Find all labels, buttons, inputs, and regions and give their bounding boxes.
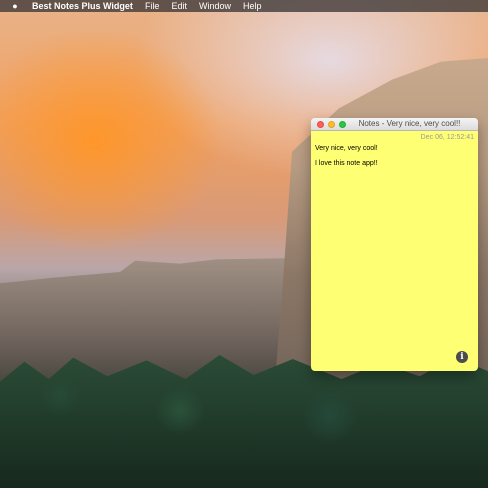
notes-window: Notes - Very nice, very cool!! Dec 06, 1…: [311, 118, 478, 371]
close-button[interactable]: [317, 120, 324, 128]
info-icon[interactable]: i: [456, 351, 468, 363]
menu-edit[interactable]: Edit: [171, 0, 187, 12]
menu-bar: ● Best Notes Plus Widget File Edit Windo…: [0, 0, 488, 12]
window-controls: [311, 120, 346, 128]
menu-file[interactable]: File: [145, 0, 160, 12]
menu-app-name[interactable]: Best Notes Plus Widget: [32, 0, 133, 12]
minimize-button[interactable]: [328, 120, 335, 128]
note-line-1[interactable]: Very nice, very cool!: [315, 144, 474, 153]
menu-help[interactable]: Help: [243, 0, 262, 12]
note-timestamp: Dec 06, 12:52:41: [420, 134, 474, 141]
menu-window[interactable]: Window: [199, 0, 231, 12]
note-editor[interactable]: Dec 06, 12:52:41 Very nice, very cool! I…: [311, 131, 478, 371]
apple-icon[interactable]: ●: [10, 0, 20, 12]
wallpaper-trees: [0, 355, 488, 488]
window-title: Notes - Very nice, very cool!!: [358, 119, 461, 128]
note-line-2[interactable]: I love this note app!!: [315, 159, 474, 168]
window-titlebar[interactable]: Notes - Very nice, very cool!!: [311, 118, 478, 131]
